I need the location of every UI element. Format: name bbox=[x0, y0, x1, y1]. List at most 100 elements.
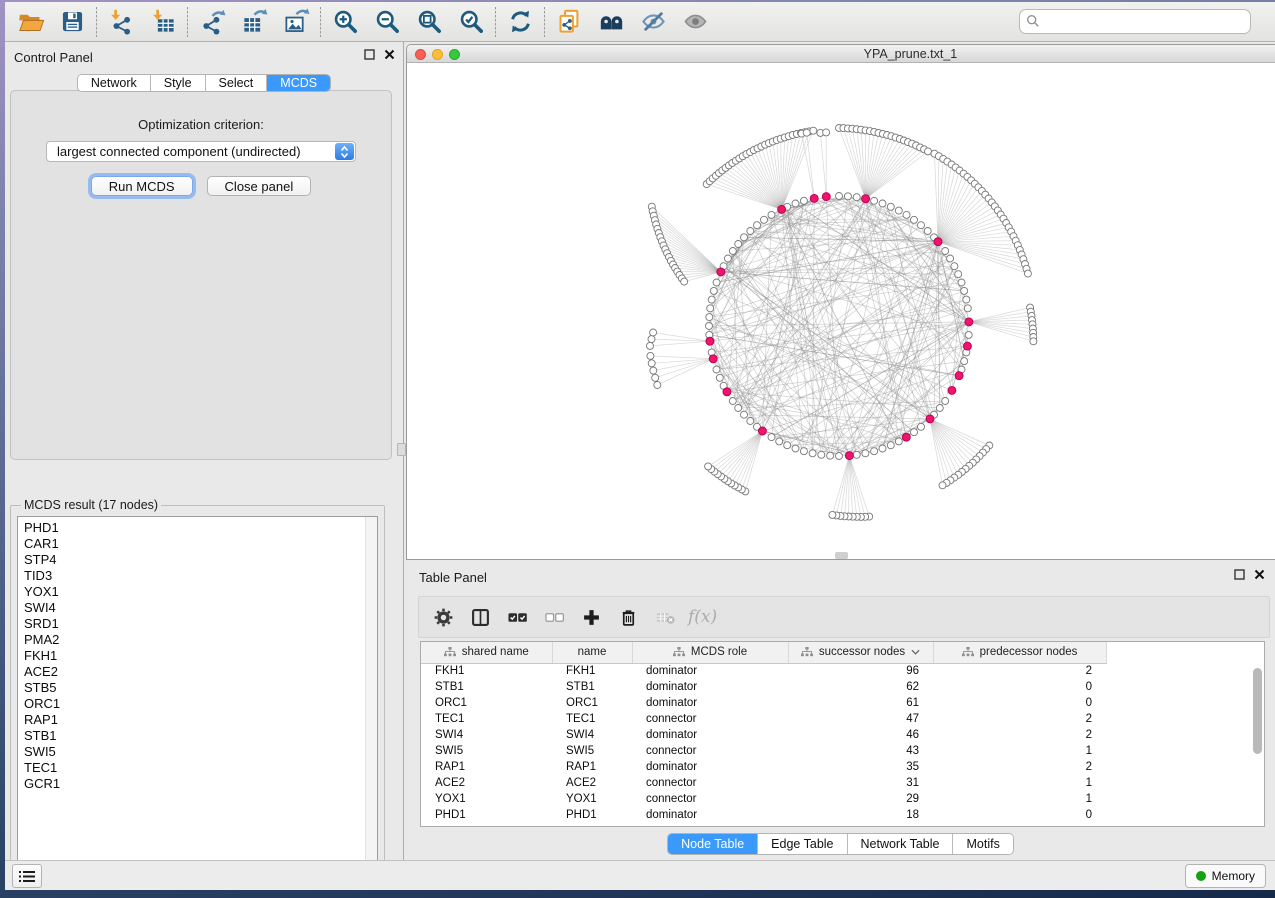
cell-predecessor-nodes[interactable]: 0 bbox=[933, 695, 1106, 711]
cell-shared-name[interactable]: YOX1 bbox=[421, 791, 552, 807]
cell-name[interactable]: RAP1 bbox=[552, 759, 632, 775]
export-table-icon[interactable] bbox=[233, 5, 275, 39]
close-panel-button[interactable]: Close panel bbox=[207, 176, 312, 196]
tab-node-table[interactable]: Node Table bbox=[668, 834, 758, 854]
canvas-scroll-grip[interactable] bbox=[835, 552, 848, 559]
cell-shared-name[interactable]: PHD1 bbox=[421, 807, 552, 823]
table-row[interactable]: TEC1 TEC1 connector 47 2 bbox=[421, 711, 1264, 727]
mcds-result-item[interactable]: SWI5 bbox=[24, 744, 377, 760]
save-session-icon[interactable] bbox=[51, 5, 93, 39]
show-columns-icon[interactable] bbox=[466, 602, 494, 632]
cell-successor-nodes[interactable]: 35 bbox=[788, 759, 933, 775]
column-header-name[interactable]: name bbox=[552, 642, 632, 663]
cell-mcds-role[interactable]: dominator bbox=[632, 759, 788, 775]
hide-selected-icon[interactable] bbox=[632, 5, 674, 39]
mcds-result-item[interactable]: PHD1 bbox=[24, 520, 377, 536]
panel-splitter-grip[interactable] bbox=[397, 443, 406, 456]
mcds-result-item[interactable]: ACE2 bbox=[24, 664, 377, 680]
column-header-predecessor-nodes[interactable]: predecessor nodes bbox=[933, 642, 1106, 663]
select-all-columns-icon[interactable] bbox=[503, 602, 531, 632]
table-scrollbar-thumb[interactable] bbox=[1253, 668, 1262, 754]
cell-predecessor-nodes[interactable]: 1 bbox=[933, 775, 1106, 791]
table-row[interactable]: SWI4 SWI4 dominator 46 2 bbox=[421, 727, 1264, 743]
cell-name[interactable]: SWI5 bbox=[552, 743, 632, 759]
close-panel-icon[interactable] bbox=[384, 49, 395, 60]
mcds-result-item[interactable]: TEC1 bbox=[24, 760, 377, 776]
column-header-shared-name[interactable]: shared name bbox=[421, 642, 552, 663]
tab-style[interactable]: Style bbox=[151, 75, 206, 91]
cell-predecessor-nodes[interactable]: 2 bbox=[933, 759, 1106, 775]
cell-shared-name[interactable]: SWI4 bbox=[421, 727, 552, 743]
window-close-icon[interactable] bbox=[415, 49, 426, 60]
add-column-icon[interactable] bbox=[577, 602, 605, 632]
network-window-titlebar[interactable]: YPA_prune.txt_1 bbox=[407, 45, 1275, 63]
first-neighbors-icon[interactable] bbox=[590, 5, 632, 39]
table-row[interactable]: FKH1 FKH1 dominator 96 2 bbox=[421, 663, 1264, 679]
task-history-button[interactable] bbox=[12, 864, 42, 888]
table-options-icon[interactable] bbox=[429, 602, 457, 632]
tab-motifs[interactable]: Motifs bbox=[953, 834, 1012, 854]
mcds-result-item[interactable]: PMA2 bbox=[24, 632, 377, 648]
run-mcds-button[interactable]: Run MCDS bbox=[91, 176, 193, 196]
show-all-icon[interactable] bbox=[674, 5, 716, 39]
mcds-result-item[interactable]: STB5 bbox=[24, 680, 377, 696]
table-scrollbar[interactable] bbox=[1252, 666, 1263, 824]
cell-successor-nodes[interactable]: 43 bbox=[788, 743, 933, 759]
cell-name[interactable]: STB1 bbox=[552, 679, 632, 695]
cell-successor-nodes[interactable]: 29 bbox=[788, 791, 933, 807]
cell-shared-name[interactable]: SWI5 bbox=[421, 743, 552, 759]
function-builder-icon[interactable]: f(x) bbox=[688, 607, 717, 627]
cell-predecessor-nodes[interactable]: 2 bbox=[933, 711, 1106, 727]
mcds-result-item[interactable]: GCR1 bbox=[24, 776, 377, 792]
cell-shared-name[interactable]: ORC1 bbox=[421, 695, 552, 711]
close-table-panel-icon[interactable] bbox=[1254, 569, 1265, 580]
delete-table-icon[interactable] bbox=[651, 602, 679, 632]
table-row[interactable]: SWI5 SWI5 connector 43 1 bbox=[421, 743, 1264, 759]
import-table-icon[interactable] bbox=[142, 5, 184, 39]
cell-mcds-role[interactable]: dominator bbox=[632, 679, 788, 695]
cell-successor-nodes[interactable]: 46 bbox=[788, 727, 933, 743]
mcds-result-item[interactable]: FKH1 bbox=[24, 648, 377, 664]
open-file-icon[interactable] bbox=[9, 5, 51, 39]
cell-name[interactable]: ACE2 bbox=[552, 775, 632, 791]
export-network-icon[interactable] bbox=[191, 5, 233, 39]
cell-name[interactable]: TEC1 bbox=[552, 711, 632, 727]
window-maximize-icon[interactable] bbox=[449, 49, 460, 60]
zoom-in-icon[interactable] bbox=[324, 5, 366, 39]
mcds-result-item[interactable]: TID3 bbox=[24, 568, 377, 584]
cell-successor-nodes[interactable]: 47 bbox=[788, 711, 933, 727]
mcds-result-item[interactable]: YOX1 bbox=[24, 584, 377, 600]
table-row[interactable]: PHD1 PHD1 dominator 18 0 bbox=[421, 807, 1264, 823]
cell-predecessor-nodes[interactable]: 0 bbox=[933, 679, 1106, 695]
cell-shared-name[interactable]: TEC1 bbox=[421, 711, 552, 727]
cell-successor-nodes[interactable]: 61 bbox=[788, 695, 933, 711]
tab-network[interactable]: Network bbox=[78, 75, 151, 91]
cell-predecessor-nodes[interactable]: 2 bbox=[933, 663, 1106, 679]
cell-name[interactable]: FKH1 bbox=[552, 663, 632, 679]
window-minimize-icon[interactable] bbox=[432, 49, 443, 60]
cell-shared-name[interactable]: ACE2 bbox=[421, 775, 552, 791]
cell-name[interactable]: YOX1 bbox=[552, 791, 632, 807]
table-row[interactable]: RAP1 RAP1 dominator 35 2 bbox=[421, 759, 1264, 775]
cell-name[interactable]: PHD1 bbox=[552, 807, 632, 823]
table-row[interactable]: ACE2 ACE2 connector 31 1 bbox=[421, 775, 1264, 791]
cell-predecessor-nodes[interactable]: 0 bbox=[933, 807, 1106, 823]
table-row[interactable]: ORC1 ORC1 dominator 61 0 bbox=[421, 695, 1264, 711]
tab-network-table[interactable]: Network Table bbox=[848, 834, 954, 854]
cell-name[interactable]: ORC1 bbox=[552, 695, 632, 711]
zoom-selected-icon[interactable] bbox=[450, 5, 492, 39]
cell-successor-nodes[interactable]: 31 bbox=[788, 775, 933, 791]
zoom-out-icon[interactable] bbox=[366, 5, 408, 39]
export-image-icon[interactable] bbox=[275, 5, 317, 39]
unselect-all-columns-icon[interactable] bbox=[540, 602, 568, 632]
cell-shared-name[interactable]: FKH1 bbox=[421, 663, 552, 679]
import-network-icon[interactable] bbox=[100, 5, 142, 39]
column-header-successor-nodes[interactable]: successor nodes bbox=[788, 642, 933, 663]
cell-mcds-role[interactable]: connector bbox=[632, 775, 788, 791]
tab-mcds[interactable]: MCDS bbox=[267, 75, 330, 91]
tab-select[interactable]: Select bbox=[206, 75, 268, 91]
cell-predecessor-nodes[interactable]: 1 bbox=[933, 791, 1106, 807]
mcds-result-item[interactable]: ORC1 bbox=[24, 696, 377, 712]
cell-predecessor-nodes[interactable]: 2 bbox=[933, 727, 1106, 743]
delete-columns-icon[interactable] bbox=[614, 602, 642, 632]
